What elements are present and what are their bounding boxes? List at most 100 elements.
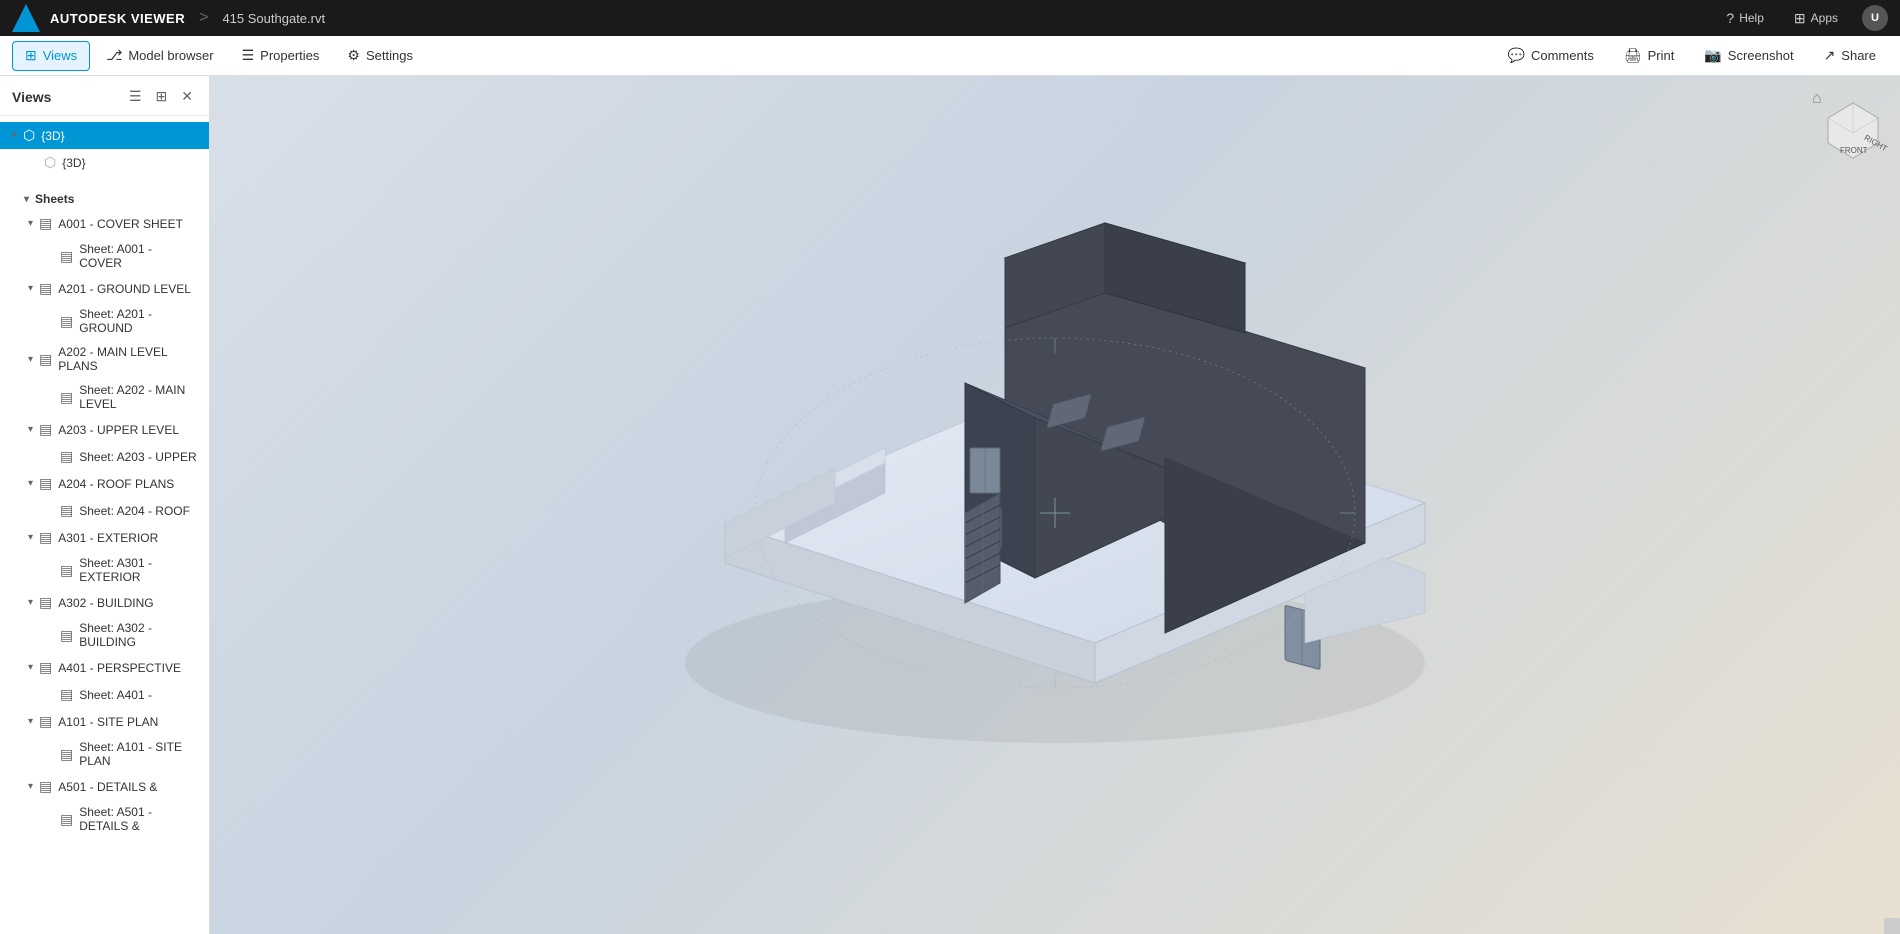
sheet-A201-parent[interactable]: ▤ A201 - GROUND LEVEL: [0, 275, 209, 302]
sheet-A501-label: A501 - DETAILS &: [58, 780, 157, 794]
sidebar-controls: ☰ ⊞ ✕: [125, 86, 197, 107]
top-header: AUTODESK VIEWER > 415 Southgate.rvt ? He…: [0, 0, 1900, 36]
sheet-A202-parent[interactable]: ▤ A202 - MAIN LEVEL PLANS: [0, 340, 209, 378]
3d-root-item[interactable]: ⬡ {3D}: [0, 122, 209, 149]
3d-viewport[interactable]: ⌂ FRONT RIGHT: [210, 76, 1900, 934]
sheet-A301-label: A301 - EXTERIOR: [58, 531, 158, 545]
header-right: ? Help ⊞ Apps U: [1720, 5, 1888, 31]
sheet-A001-icon: ▤: [39, 215, 52, 232]
sheets-chevron: [24, 194, 29, 205]
sheet-A401-label: A401 - PERSPECTIVE: [58, 661, 181, 675]
sheet-A302-child[interactable]: ▤ Sheet: A302 - BUILDING: [0, 616, 209, 654]
share-icon: ↗: [1824, 47, 1836, 64]
sheet-A201-child[interactable]: ▤ Sheet: A201 - GROUND: [0, 302, 209, 340]
sheet-A203-icon: ▤: [39, 421, 52, 438]
print-icon: 🖨: [1624, 47, 1642, 64]
screenshot-button[interactable]: 📷 Screenshot: [1692, 41, 1805, 71]
file-name: 415 Southgate.rvt: [222, 11, 325, 26]
3d-root-chevron: [12, 130, 17, 141]
sheet-A201-chevron: [28, 283, 33, 294]
resize-handle[interactable]: [1884, 918, 1900, 934]
sheet-A202-child[interactable]: ▤ Sheet: A202 - MAIN LEVEL: [0, 378, 209, 416]
sheet-A301-chevron: [28, 532, 33, 543]
sheet-A101-parent[interactable]: ▤ A101 - SITE PLAN: [0, 708, 209, 735]
sheet-A001-chevron: [28, 218, 33, 229]
sheet-A203-child-label: Sheet: A203 - UPPER: [79, 450, 196, 464]
sheet-A401-child[interactable]: ▤ Sheet: A401 -: [0, 681, 209, 708]
sheet-A302-chevron: [28, 597, 33, 608]
sheet-A204-child-icon: ▤: [60, 502, 73, 519]
toolbar-right: 💬 Comments 🖨 Print 📷 Screenshot ↗ Share: [1496, 41, 1888, 71]
sheets-header[interactable]: Sheets: [0, 188, 209, 210]
sheet-A101-chevron: [28, 716, 33, 727]
model-browser-tab[interactable]: ⎇ Model browser: [94, 41, 225, 71]
sheet-A301-child[interactable]: ▤ Sheet: A301 - EXTERIOR: [0, 551, 209, 589]
sheet-A001-child-icon: ▤: [60, 248, 73, 265]
sheet-A501-child[interactable]: ▤ Sheet: A501 - DETAILS &: [0, 800, 209, 838]
views-icon: ⊞: [25, 47, 37, 64]
sheet-A301-parent[interactable]: ▤ A301 - EXTERIOR: [0, 524, 209, 551]
sheet-A204-child[interactable]: ▤ Sheet: A204 - ROOF: [0, 497, 209, 524]
sheet-A203-parent[interactable]: ▤ A203 - UPPER LEVEL: [0, 416, 209, 443]
grid-view-button[interactable]: ⊞: [152, 86, 172, 107]
apps-button[interactable]: ⊞ Apps: [1788, 6, 1844, 31]
share-button[interactable]: ↗ Share: [1812, 41, 1888, 71]
list-view-button[interactable]: ☰: [125, 86, 146, 107]
sheet-A204-icon: ▤: [39, 475, 52, 492]
sheet-A202-child-label: Sheet: A202 - MAIN LEVEL: [79, 383, 197, 411]
sheet-A001-parent[interactable]: ▤ A001 - COVER SHEET: [0, 210, 209, 237]
sheets-section: Sheets ▤ A001 - COVER SHEET ▤ Sheet: A00…: [0, 182, 209, 844]
sheet-A203-child[interactable]: ▤ Sheet: A203 - UPPER: [0, 443, 209, 470]
sheet-A204-label: A204 - ROOF PLANS: [58, 477, 174, 491]
user-avatar[interactable]: U: [1862, 5, 1888, 31]
sheet-A202-label: A202 - MAIN LEVEL PLANS: [58, 345, 197, 373]
sheet-A301-child-icon: ▤: [60, 562, 73, 579]
sheet-A203-label: A203 - UPPER LEVEL: [58, 423, 179, 437]
view-cube[interactable]: ⌂ FRONT RIGHT: [1808, 88, 1888, 168]
sheet-A501-icon: ▤: [39, 778, 52, 795]
sheet-A204-child-label: Sheet: A204 - ROOF: [79, 504, 190, 518]
sheet-A401-parent[interactable]: ▤ A401 - PERSPECTIVE: [0, 654, 209, 681]
sheet-A401-child-label: Sheet: A401 -: [79, 688, 152, 702]
close-sidebar-button[interactable]: ✕: [177, 86, 197, 107]
sheet-A001-child-label: Sheet: A001 - COVER: [79, 242, 197, 270]
sheet-A302-parent[interactable]: ▤ A302 - BUILDING: [0, 589, 209, 616]
toolbar: ⊞ Views ⎇ Model browser ☰ Properties ⚙ S…: [0, 36, 1900, 76]
settings-tab[interactable]: ⚙ Settings: [335, 41, 425, 71]
comments-icon: 💬: [1508, 47, 1525, 64]
sheet-A201-child-icon: ▤: [60, 313, 73, 330]
sheet-A204-parent[interactable]: ▤ A204 - ROOF PLANS: [0, 470, 209, 497]
3d-child-cube-icon: ⬡: [44, 154, 56, 171]
building-3d-model: [605, 193, 1505, 793]
properties-icon: ☰: [242, 47, 255, 64]
sheet-A101-label: A101 - SITE PLAN: [58, 715, 158, 729]
sidebar: Views ☰ ⊞ ✕ ⬡ {3D} ⬡ {3D} Sheets: [0, 76, 210, 934]
sheet-A201-icon: ▤: [39, 280, 52, 297]
view-cube-svg: FRONT RIGHT: [1818, 98, 1888, 168]
svg-text:FRONT: FRONT: [1840, 146, 1868, 155]
comments-button[interactable]: 💬 Comments: [1496, 41, 1606, 71]
help-button[interactable]: ? Help: [1720, 6, 1769, 30]
sheet-A203-chevron: [28, 424, 33, 435]
main-layout: Views ☰ ⊞ ✕ ⬡ {3D} ⬡ {3D} Sheets: [0, 76, 1900, 934]
sheet-A202-child-icon: ▤: [60, 389, 73, 406]
sheets-label-text: Sheets: [35, 192, 74, 206]
sheet-A202-icon: ▤: [39, 351, 52, 368]
sheet-A302-child-label: Sheet: A302 - BUILDING: [79, 621, 197, 649]
sheet-A101-child[interactable]: ▤ Sheet: A101 - SITE PLAN: [0, 735, 209, 773]
sheet-A501-child-label: Sheet: A501 - DETAILS &: [79, 805, 197, 833]
views-tab[interactable]: ⊞ Views: [12, 41, 90, 71]
3d-child-label: {3D}: [62, 156, 85, 170]
settings-icon: ⚙: [347, 47, 360, 64]
properties-tab[interactable]: ☰ Properties: [230, 41, 332, 71]
print-button[interactable]: 🖨 Print: [1612, 41, 1687, 71]
autodesk-logo-icon: [12, 4, 40, 32]
sheet-A501-parent[interactable]: ▤ A501 - DETAILS &: [0, 773, 209, 800]
3d-child-item[interactable]: ⬡ {3D}: [0, 149, 209, 176]
sheet-A001-child[interactable]: ▤ Sheet: A001 - COVER: [0, 237, 209, 275]
sheet-A203-child-icon: ▤: [60, 448, 73, 465]
3d-root-label: {3D}: [41, 129, 64, 143]
help-icon: ?: [1726, 10, 1734, 26]
sheet-A301-icon: ▤: [39, 529, 52, 546]
sheet-A302-child-icon: ▤: [60, 627, 73, 644]
